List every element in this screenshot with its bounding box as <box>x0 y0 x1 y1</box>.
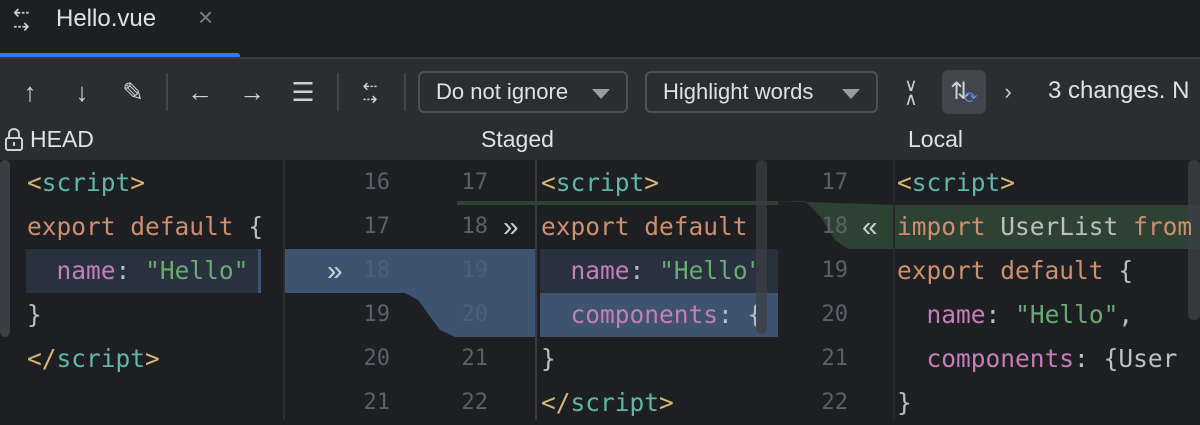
apply-change-right-icon[interactable]: » <box>503 205 519 249</box>
arrow-up-icon[interactable]: ↑ <box>15 79 45 105</box>
arrow-down-icon[interactable]: ↓ <box>67 79 97 105</box>
code-line: export default { <box>897 256 1134 285</box>
line-number: 16 <box>363 170 391 195</box>
staged-scrollbar[interactable] <box>756 160 767 334</box>
code-line: name: "Hello", <box>926 300 1134 329</box>
line-number: 21 <box>461 346 489 371</box>
panel-divider <box>283 160 285 420</box>
staged-code: <script> export default name: "Hello" co… <box>540 160 756 420</box>
line-number: 21 <box>821 346 849 371</box>
ignore-dropdown[interactable]: Do not ignore <box>418 71 628 113</box>
highlight-dropdown-label: Highlight words <box>663 79 814 104</box>
toolbar-separator <box>166 73 168 111</box>
tab-title: Hello.vue <box>56 5 157 32</box>
code-line: name: "Hello" <box>56 256 249 285</box>
code-line: <script> <box>897 168 1016 197</box>
code-line: import UserList from <box>897 212 1193 241</box>
code-line: components: {User <box>926 344 1178 373</box>
code-line: </script> <box>541 388 674 417</box>
line-number: 18 <box>363 258 391 283</box>
chevron-right-icon[interactable]: › <box>993 79 1023 105</box>
line-number: 22 <box>821 390 849 415</box>
code-line: components: { <box>570 300 756 329</box>
line-number: 19 <box>363 302 391 327</box>
tab-hello-vue[interactable]: ⇠ ⇢ Hello.vue × <box>10 0 230 53</box>
apply-change-left-icon[interactable]: « <box>862 205 878 249</box>
line-number: 20 <box>363 346 391 371</box>
code-line: </script> <box>27 344 160 373</box>
line-number: 19 <box>821 258 849 283</box>
panel-divider <box>893 160 895 420</box>
head-caret <box>258 249 261 293</box>
arrow-right-icon[interactable]: → <box>237 79 267 105</box>
line-number: 18 <box>461 214 489 239</box>
local-panel-title: Local <box>908 126 963 152</box>
line-number: 21 <box>363 390 391 415</box>
toolbar-separator <box>404 73 406 111</box>
line-number: 17 <box>821 170 849 195</box>
pencil-icon[interactable]: ✎ <box>118 79 148 105</box>
code-line: name: "Hello" <box>570 256 756 285</box>
staged-panel-title: Staged <box>481 126 554 152</box>
panel-divider <box>535 160 537 420</box>
apply-change-right-icon[interactable]: » <box>327 249 343 293</box>
line-number: 20 <box>821 302 849 327</box>
modified-connector <box>283 249 535 337</box>
line-number: 18 <box>821 214 849 239</box>
change-count: 3 changes. N <box>1048 77 1190 104</box>
collapse-icon[interactable]: ∨ ∧ <box>896 76 926 108</box>
refresh-icon: ⟳ <box>964 90 978 107</box>
lock-icon <box>4 128 23 151</box>
tab-bar: ⇠ ⇢ Hello.vue × <box>0 0 1200 58</box>
line-number: 20 <box>461 302 489 327</box>
local-code: <script> import UserList from export def… <box>897 160 1200 420</box>
highlight-dropdown[interactable]: Highlight words <box>645 71 878 113</box>
code-line: } <box>897 388 912 417</box>
code-line: } <box>27 300 42 329</box>
line-number: 17 <box>363 214 391 239</box>
code-line: <script> <box>541 168 660 197</box>
toolbar-separator <box>337 73 339 111</box>
dropdown-arrow-icon <box>592 89 610 99</box>
document-icon[interactable]: ☰ <box>288 79 318 105</box>
diff-settings-icon[interactable]: ⇠ ⇢ <box>355 77 385 108</box>
line-number: 17 <box>461 170 489 195</box>
dropdown-arrow-icon <box>842 89 860 99</box>
line-number: 19 <box>461 258 489 283</box>
code-line: export default { <box>27 212 264 241</box>
ignore-dropdown-label: Do not ignore <box>436 79 569 104</box>
code-line: export default <box>541 212 748 241</box>
sync-scroll-button[interactable]: ⇅ ⟳ <box>942 70 986 114</box>
code-line: } <box>541 344 556 373</box>
head-panel-title: HEAD <box>30 126 94 152</box>
line-number: 22 <box>461 390 489 415</box>
arrow-left-icon[interactable]: ← <box>185 79 215 105</box>
head-scrollbar[interactable] <box>0 160 10 337</box>
close-icon[interactable]: × <box>198 2 213 33</box>
code-line: <script> <box>27 168 146 197</box>
diff-icon: ⇠ ⇢ <box>13 2 30 38</box>
